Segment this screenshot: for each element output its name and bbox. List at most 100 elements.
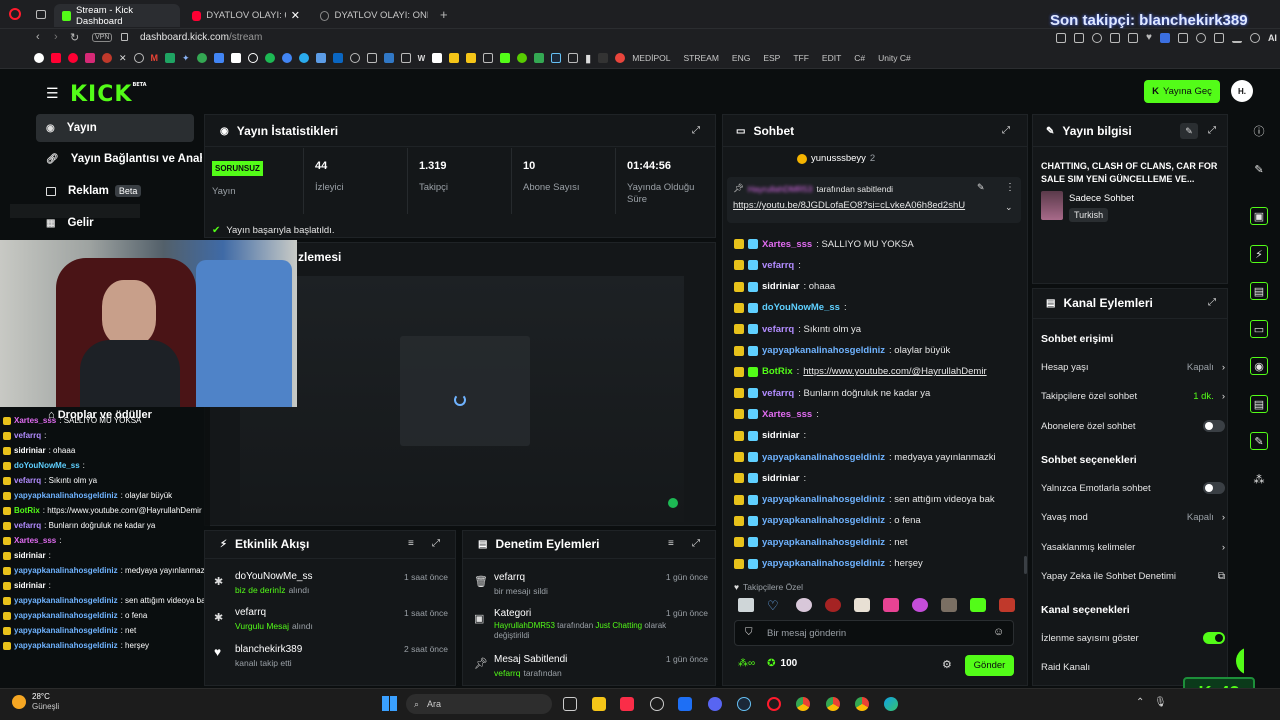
chat-message[interactable]: Xartes_sss:: [734, 405, 819, 423]
chat-message[interactable]: yapyapkanalinahosgeldiniz: o fena: [734, 512, 921, 530]
chat-message[interactable]: Xartes_sss: SALLIYO MU YOKSA: [734, 235, 914, 253]
shield-icon[interactable]: [1092, 32, 1102, 43]
search-bookmark-icon[interactable]: [349, 53, 360, 63]
play-icon[interactable]: [1128, 32, 1138, 43]
dot-bookmark-icon[interactable]: ▮: [585, 52, 591, 65]
hamburger-menu-icon[interactable]: ☰: [46, 85, 59, 102]
send-button[interactable]: Gönder: [965, 655, 1014, 676]
chat-username[interactable]: vefarrq: [762, 388, 794, 399]
screenshot-icon[interactable]: [1056, 32, 1066, 43]
chat-message[interactable]: yapyapkanalinahosgeldiniz: medyaya yayın…: [734, 448, 996, 466]
moderation-item[interactable]: ▣ Kategori 1 gün önce HayrullahDMR53 tar…: [474, 607, 710, 641]
discord-icon[interactable]: [708, 697, 722, 711]
globe-bookmark-icon[interactable]: [133, 53, 144, 63]
circle-bookmark-icon[interactable]: [247, 53, 258, 63]
chat-message[interactable]: vefarrq:: [734, 256, 801, 274]
expand-icon[interactable]: ⤢: [1208, 297, 1216, 308]
google-bookmark-icon[interactable]: [34, 53, 44, 63]
channel-points[interactable]: ✪ 100: [767, 658, 797, 669]
unpin-icon[interactable]: ✎: [977, 182, 985, 193]
tray-arrow-icon[interactable]: ⌃: [1136, 697, 1144, 708]
emote[interactable]: [825, 598, 841, 612]
chat-top-gifter[interactable]: yunusssbeyy 2: [797, 153, 875, 164]
emote[interactable]: [912, 598, 928, 612]
play-circle-icon[interactable]: ◉: [1250, 357, 1268, 375]
toggle-switch[interactable]: [1203, 632, 1225, 644]
filter-icon[interactable]: ≡: [408, 538, 414, 549]
vpn-app-icon[interactable]: [678, 697, 692, 711]
moderation-item[interactable]: 🗑︎ vefarrq 1 gün önce bir mesajı sildi: [474, 571, 710, 599]
code-bookmark-icon[interactable]: [383, 53, 394, 63]
chat-message[interactable]: yapyapkanalinahosgeldiniz: net: [734, 533, 908, 551]
chat-username[interactable]: yapyapkanalinahosgeldiniz: [762, 537, 885, 548]
chrome-icon[interactable]: [796, 697, 810, 711]
edit-icon[interactable]: ✎: [1180, 123, 1198, 139]
task-view-icon[interactable]: [563, 697, 577, 711]
ai-button[interactable]: AI: [1268, 33, 1277, 43]
chat-username[interactable]: vefarrq: [762, 324, 794, 335]
heart-icon[interactable]: ♥: [1146, 32, 1152, 43]
youtube-music-bookmark-icon[interactable]: [68, 53, 78, 63]
chat-username[interactable]: sidriniar: [762, 430, 800, 441]
go-live-button[interactable]: K Yayına Geç: [1144, 80, 1220, 103]
chat-scrollbar[interactable]: [1024, 556, 1027, 574]
settings-icon[interactable]: [1195, 32, 1206, 43]
chat-message[interactable]: BotRix: https://www.youtube.com/@Hayrull…: [734, 363, 987, 381]
duolingo-bookmark-icon[interactable]: [517, 53, 528, 63]
chat-username[interactable]: yapyapkanalinahosgeldiniz: [762, 558, 885, 569]
maps-bookmark-icon[interactable]: [196, 53, 207, 63]
pinned-message[interactable]: 📌︎ HayrullahDMR53 tarafından sabitlendi …: [727, 177, 1021, 223]
cloud-bookmark-icon[interactable]: [315, 53, 326, 63]
activity-item[interactable]: ♥ blanchekirk389 2 saat önce kanalı taki…: [214, 643, 450, 671]
nav-item-drops[interactable]: ⌂ Droplar ve ödüller: [48, 409, 152, 421]
map-bookmark-icon[interactable]: [534, 53, 545, 63]
chat-message[interactable]: sidriniar:: [734, 427, 806, 445]
chat-bubble-icon[interactable]: ▭: [1250, 320, 1268, 338]
chat-message[interactable]: yapyapkanalinahosgeldiniz: olaylar büyük: [734, 342, 950, 360]
file-explorer-icon[interactable]: [592, 697, 606, 711]
apple-bookmark-icon[interactable]: [598, 53, 609, 63]
kick-bookmark-icon[interactable]: [500, 53, 511, 63]
taskbar-search[interactable]: ⌕ Ara: [406, 694, 552, 714]
close-tab-icon[interactable]: ✕: [291, 9, 300, 22]
yellow-bookmark-icon[interactable]: [449, 53, 460, 63]
filter-icon[interactable]: ≡: [668, 538, 674, 549]
more-options-icon[interactable]: ⋮: [1005, 182, 1015, 193]
emote[interactable]: [999, 598, 1015, 612]
bookmark-folder-edit[interactable]: EDIT: [822, 53, 841, 63]
chat-username[interactable]: BotRix: [762, 366, 793, 377]
url-field[interactable]: dashboard.kick.com/stream: [140, 32, 262, 43]
chatgpt-icon[interactable]: [650, 697, 664, 711]
recorder-bookmark-icon[interactable]: [102, 53, 112, 63]
wallet-icon[interactable]: [1213, 32, 1224, 43]
list-icon[interactable]: ▤: [1250, 282, 1268, 300]
emote[interactable]: [738, 598, 754, 612]
setting-emote-only[interactable]: Yalnızca Emotlarla sohbet: [1041, 478, 1225, 498]
chat-username[interactable]: sidriniar: [762, 473, 800, 484]
microphone-icon[interactable]: 🎙︎: [1154, 697, 1167, 708]
w-bookmark-icon[interactable]: W: [418, 54, 426, 63]
drive-bookmark-icon[interactable]: [165, 53, 176, 63]
gmail-bookmark-icon[interactable]: M: [151, 53, 159, 63]
opera-icon[interactable]: [767, 697, 781, 711]
download-icon[interactable]: [1231, 33, 1242, 43]
setting-banned-words[interactable]: Yasaklanmış kelimeler ›: [1041, 537, 1225, 557]
swirl-bookmark-icon[interactable]: [615, 53, 626, 63]
steam-bookmark-icon[interactable]: [551, 53, 562, 63]
server-icon[interactable]: ▤: [1250, 395, 1268, 413]
x-bookmark-icon[interactable]: ✕: [119, 53, 127, 64]
stream-preview-video[interactable]: [240, 276, 684, 522]
nav-item-stream[interactable]: ◉ Yayın: [36, 114, 194, 142]
kick-logo[interactable]: KICKBETA: [70, 82, 147, 107]
emote[interactable]: [883, 598, 899, 612]
doc-bookmark-icon[interactable]: [483, 53, 494, 63]
setting-account-age[interactable]: Hesap yaşı Kapalı ›: [1041, 357, 1225, 377]
box-bookmark-icon[interactable]: [568, 53, 579, 63]
wrench-icon[interactable]: ✎: [1250, 432, 1268, 450]
setting-subscribers-only[interactable]: Abonelere özel sohbet: [1041, 416, 1225, 436]
bookmark-unity-csharp[interactable]: Unity C#: [878, 53, 911, 63]
edge-icon[interactable]: [884, 697, 898, 711]
expand-icon[interactable]: ⤢: [692, 125, 700, 136]
expand-icon[interactable]: ⤢: [692, 538, 700, 549]
emote[interactable]: [854, 598, 870, 612]
